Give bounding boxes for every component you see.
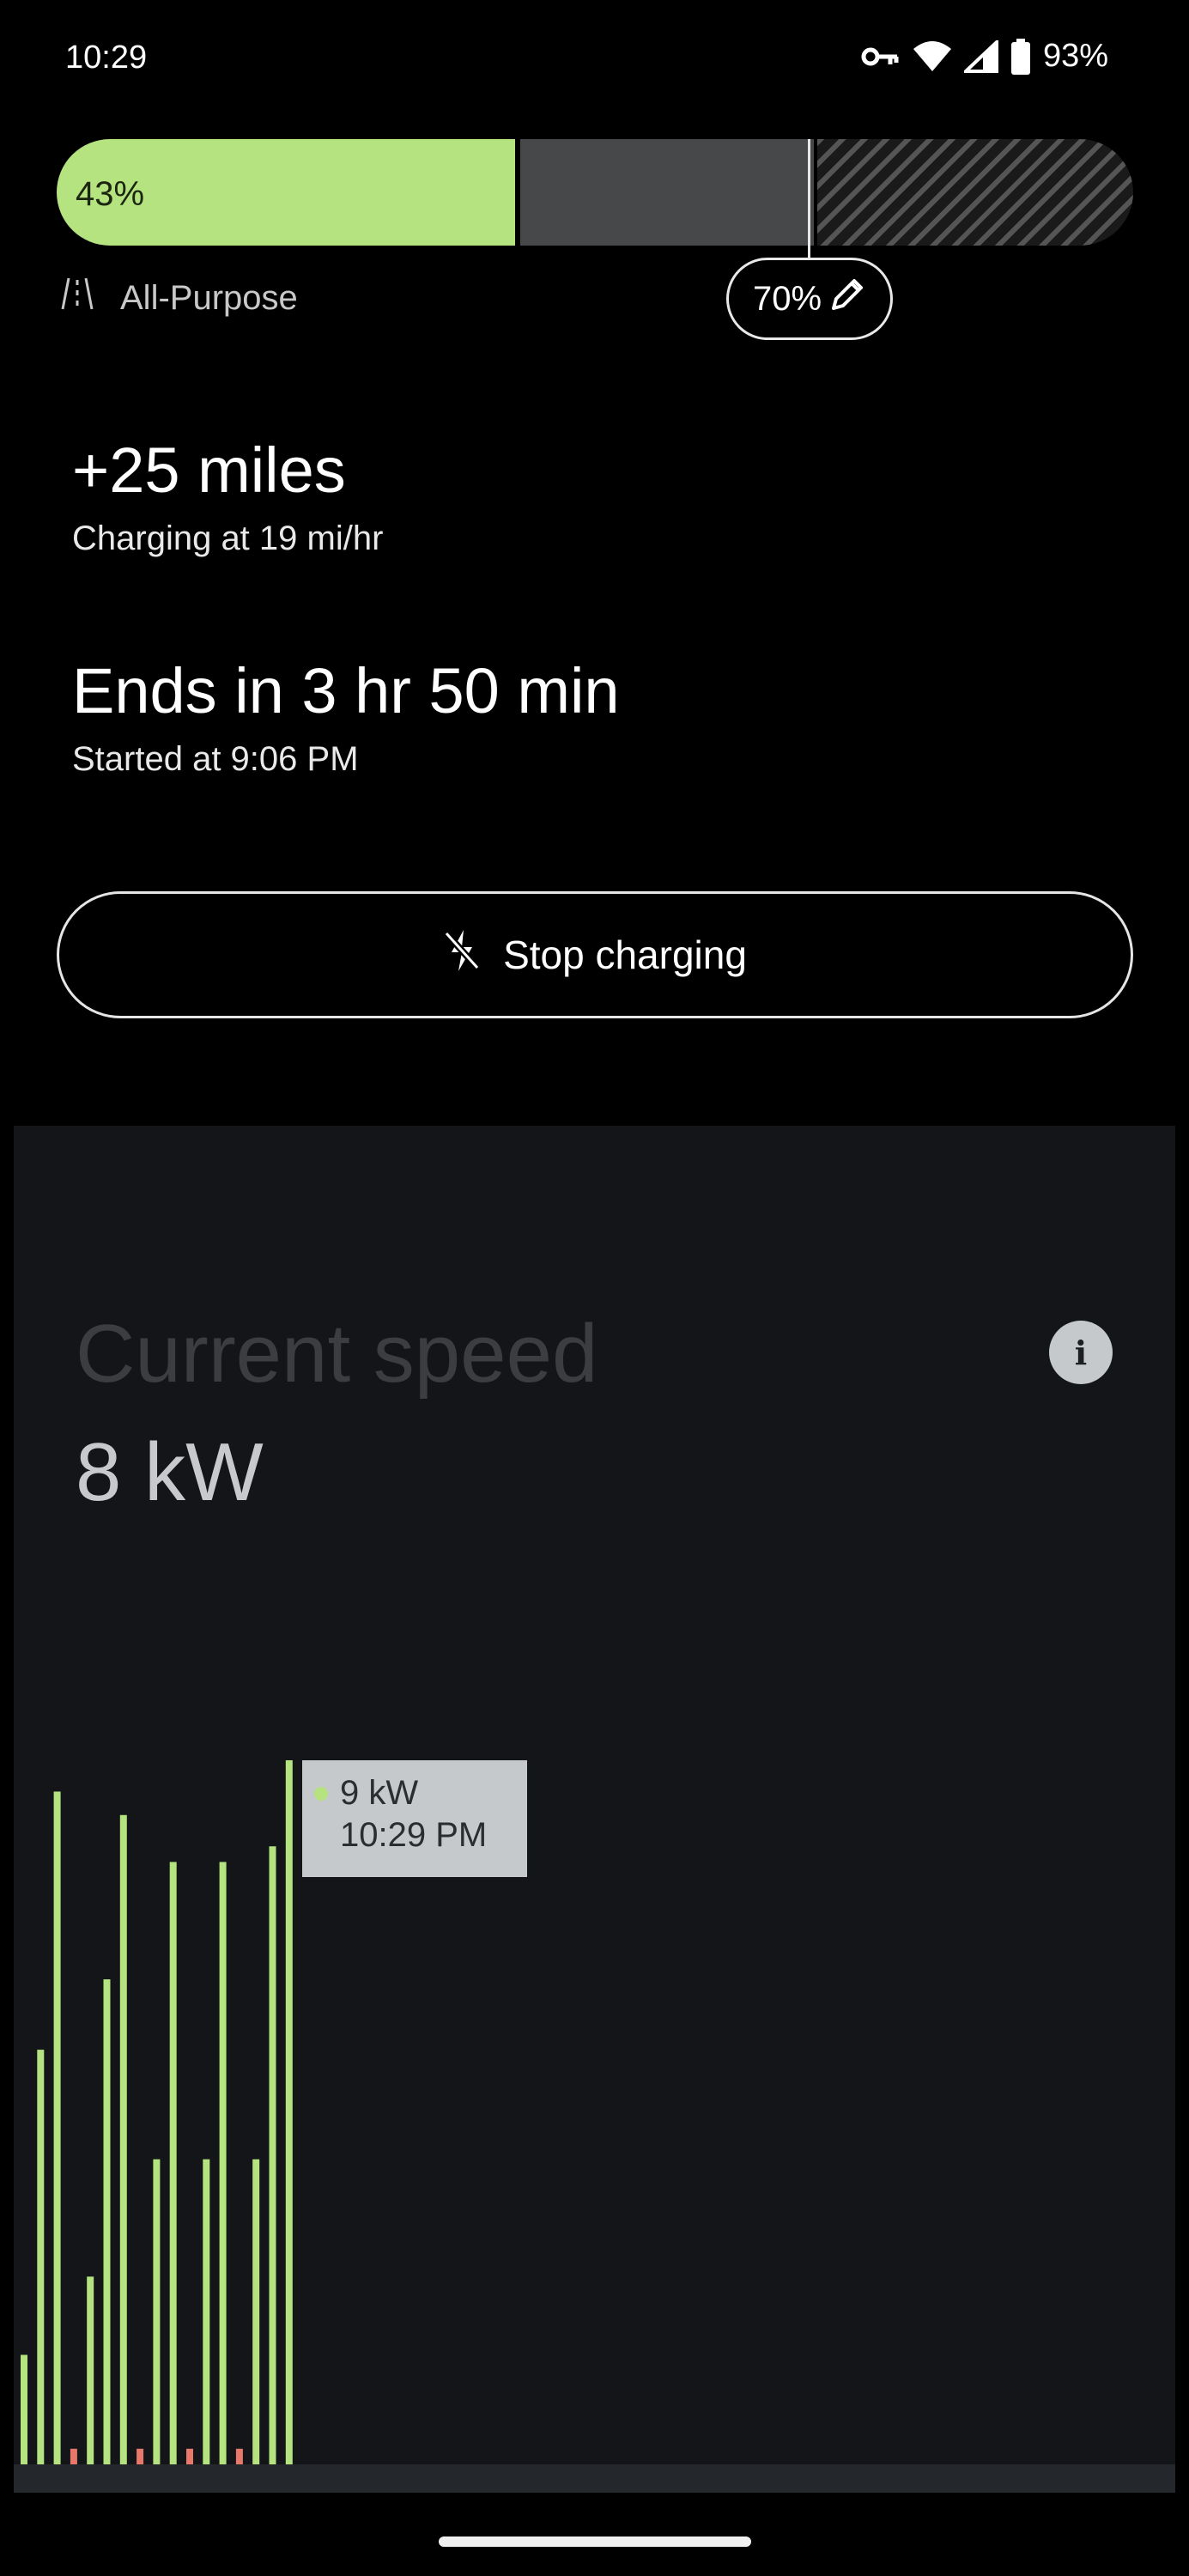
chart-bar — [53, 1791, 61, 2464]
chart-bar — [169, 1862, 177, 2464]
chart-bar — [285, 1760, 293, 2464]
current-speed-value: 8 kW — [76, 1426, 264, 1518]
chart-bar — [235, 2448, 243, 2464]
status-icons: 93% — [861, 38, 1108, 75]
chart-baseline — [14, 2464, 1175, 2493]
charging-speed-chart — [21, 1760, 293, 2464]
chart-bar — [269, 1846, 276, 2464]
charge-start-time: Started at 9:06 PM — [72, 740, 359, 778]
chart-bar — [87, 2276, 94, 2464]
battery-icon — [1010, 38, 1031, 75]
tooltip-series-dot — [314, 1787, 328, 1801]
charging-rate: Charging at 19 mi/hr — [72, 519, 384, 557]
battery-percent: 93% — [1042, 38, 1108, 74]
stop-charging-label: Stop charging — [503, 933, 747, 977]
charge-mode[interactable]: All-Purpose — [60, 276, 298, 319]
chart-bar — [203, 2159, 210, 2464]
pencil-icon — [828, 276, 866, 322]
chart-bar — [252, 2159, 260, 2464]
charge-limit-marker — [808, 139, 810, 259]
unreachable-segment — [817, 139, 1133, 246]
charge-end-time: Ends in 3 hr 50 min — [72, 655, 620, 726]
stop-charging-icon — [443, 928, 481, 982]
chart-bar — [119, 1814, 127, 2464]
charge-limit-label: 70% — [752, 279, 822, 318]
info-icon[interactable]: i — [1049, 1321, 1113, 1384]
road-icon — [60, 276, 94, 319]
stop-charging-button[interactable]: Stop charging — [57, 891, 1133, 1018]
status-time: 10:29 — [65, 39, 148, 76]
cell-signal-icon — [963, 39, 998, 73]
current-speed-title: Current speed — [76, 1308, 598, 1400]
tooltip-time: 10:29 PM — [340, 1816, 488, 1854]
charge-mode-label: All-Purpose — [120, 278, 298, 317]
chart-bar — [219, 1862, 227, 2464]
charge-level-bar[interactable] — [57, 139, 1133, 246]
charge-percent-label: 43% — [76, 175, 145, 213]
chart-bar — [37, 2050, 45, 2464]
wifi-icon — [913, 40, 952, 73]
tooltip-value: 9 kW — [340, 1774, 419, 1812]
miles-added: +25 miles — [72, 434, 346, 506]
chart-tooltip: 9 kW 10:29 PM — [302, 1760, 527, 1877]
target-segment — [520, 139, 814, 246]
edit-charge-limit-button[interactable]: 70% — [726, 258, 893, 340]
chart-bar — [186, 2448, 193, 2464]
chart-bar — [70, 2448, 77, 2464]
chart-bar — [103, 1979, 111, 2464]
chart-bar — [136, 2448, 144, 2464]
chart-bar — [21, 2354, 27, 2464]
home-indicator[interactable] — [439, 2537, 751, 2547]
vpn-key-icon — [861, 44, 901, 70]
chart-bar — [153, 2159, 161, 2464]
